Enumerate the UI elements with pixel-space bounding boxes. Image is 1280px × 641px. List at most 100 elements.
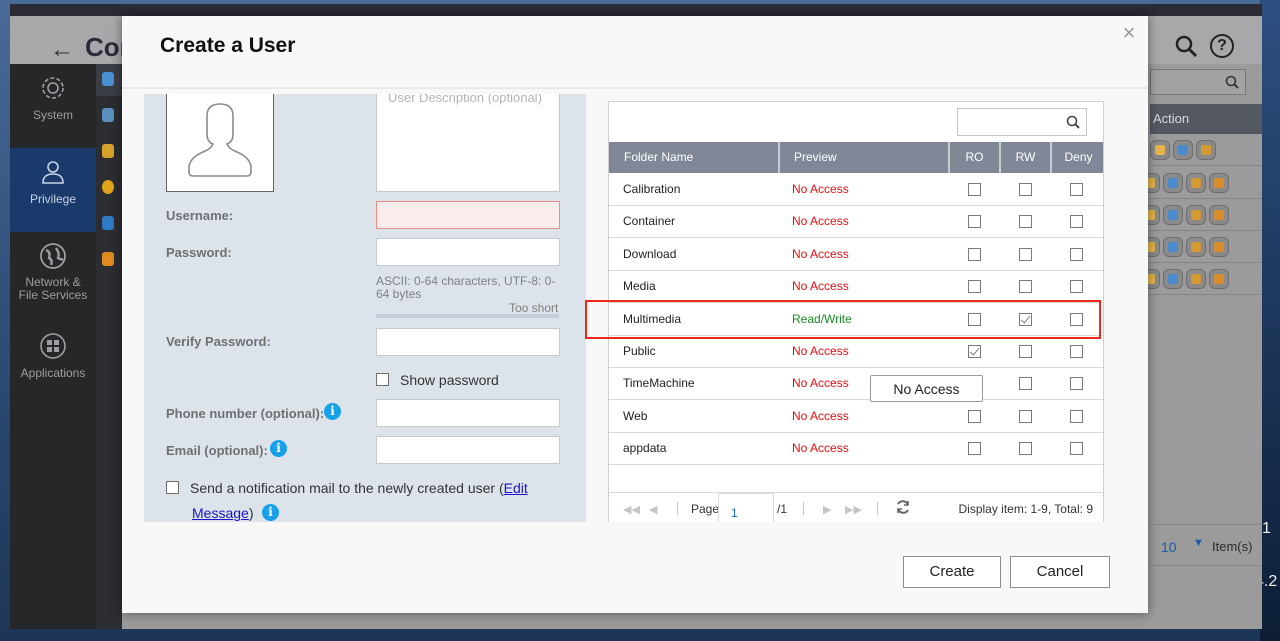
folder-name: Download	[623, 246, 677, 261]
table-row: appdata No Access	[609, 432, 1103, 466]
deny-checkbox[interactable]	[1070, 377, 1083, 391]
user-search-input[interactable]	[1150, 69, 1246, 95]
next-page-icon[interactable]: ▶	[823, 503, 831, 516]
description-textarea[interactable]: User Description (optional)	[376, 94, 560, 192]
rw-checkbox[interactable]	[1019, 442, 1032, 456]
sub-item-quota[interactable]	[96, 172, 122, 204]
sub-item-folders[interactable]	[96, 136, 122, 168]
deny-checkbox[interactable]	[1070, 215, 1083, 229]
ro-checkbox[interactable]	[968, 183, 981, 196]
sidebar-item-network[interactable]: Network & File Services	[10, 232, 96, 322]
sub-item-users[interactable]	[96, 64, 122, 96]
rw-checkbox[interactable]	[1019, 215, 1032, 229]
username-label: Username:	[166, 208, 234, 223]
rw-checkbox[interactable]	[1019, 377, 1032, 391]
deny-checkbox[interactable]	[1070, 247, 1083, 261]
search-icon[interactable]	[1174, 34, 1200, 60]
avatar[interactable]	[166, 94, 274, 192]
arrow-left-icon[interactable]: ←	[50, 36, 74, 64]
column-ro[interactable]: RO	[950, 142, 1001, 173]
chevron-down-icon[interactable]: ▼	[1193, 537, 1204, 549]
info-icon[interactable]: i	[270, 440, 287, 457]
close-icon[interactable]: ×	[1120, 22, 1138, 44]
notify-checkbox[interactable]	[166, 481, 179, 494]
app-privilege-icon[interactable]	[1209, 205, 1229, 225]
column-preview[interactable]: Preview	[780, 142, 950, 173]
prev-page-icon[interactable]: ◀	[649, 503, 657, 516]
sidebar-item-applications[interactable]: Applications	[10, 322, 96, 406]
info-icon[interactable]: i	[324, 403, 341, 420]
folder-icon	[102, 144, 114, 158]
deny-checkbox[interactable]	[1070, 345, 1083, 358]
sidebar: System Privilege Network & File Services…	[10, 64, 96, 629]
folder-permission-icon[interactable]	[1186, 173, 1206, 193]
column-rw[interactable]: RW	[1001, 142, 1052, 173]
folder-permission-icon[interactable]	[1186, 237, 1206, 257]
folder-permission-icon[interactable]	[1186, 205, 1206, 225]
globe-icon	[40, 243, 66, 269]
app-privilege-icon[interactable]	[1209, 269, 1229, 289]
phone-input[interactable]	[376, 399, 560, 427]
help-icon[interactable]: ?	[1210, 34, 1234, 58]
create-button[interactable]: Create	[903, 556, 1001, 588]
pagination: ◀◀ ◀ Page 1 /1 ▶ ▶▶ Display item: 1-9, T…	[609, 492, 1103, 522]
rw-checkbox[interactable]	[1019, 280, 1032, 294]
info-icon[interactable]: i	[262, 504, 279, 521]
user-groups-icon[interactable]	[1163, 173, 1183, 193]
sub-item-security[interactable]	[96, 244, 122, 276]
ro-checkbox[interactable]	[968, 247, 981, 261]
rw-checkbox[interactable]	[1019, 345, 1032, 358]
folder-search-input[interactable]	[957, 108, 1087, 136]
password-input[interactable]	[376, 238, 560, 266]
user-groups-icon[interactable]	[1163, 237, 1183, 257]
page-number-input[interactable]: 1	[718, 493, 774, 522]
ro-checkbox[interactable]	[968, 409, 981, 423]
deny-checkbox[interactable]	[1070, 442, 1083, 456]
last-page-icon[interactable]: ▶▶	[845, 503, 862, 516]
email-input[interactable]	[376, 436, 560, 464]
quota-icon	[102, 180, 114, 194]
sidebar-item-privilege[interactable]: Privilege	[10, 148, 96, 232]
verify-password-input[interactable]	[376, 328, 560, 356]
user-groups-icon[interactable]	[1163, 205, 1183, 225]
folder-name: Container	[623, 214, 676, 229]
deny-checkbox[interactable]	[1070, 280, 1083, 294]
ro-checkbox[interactable]	[968, 345, 981, 358]
rw-checkbox[interactable]	[1019, 409, 1032, 423]
ro-checkbox[interactable]	[968, 442, 981, 456]
user-groups-icon[interactable]	[1163, 269, 1183, 289]
first-page-icon[interactable]: ◀◀	[623, 503, 640, 516]
table-row: Calibration No Access	[609, 173, 1103, 206]
page-size-select[interactable]: 10	[1161, 539, 1177, 555]
folder-permission-icon[interactable]	[1186, 269, 1206, 289]
column-folder-name[interactable]: Folder Name	[609, 142, 780, 173]
user-row	[1140, 167, 1262, 199]
deny-checkbox[interactable]	[1070, 183, 1083, 196]
sidebar-item-system[interactable]: System	[10, 64, 96, 148]
username-input[interactable]	[376, 201, 560, 229]
sub-item-domain[interactable]	[96, 208, 122, 240]
access-preview: No Access	[792, 214, 849, 229]
rw-checkbox[interactable]	[1019, 247, 1032, 261]
access-preview: No Access	[792, 376, 849, 391]
ro-checkbox[interactable]	[968, 280, 981, 294]
access-preview: No Access	[792, 344, 849, 358]
cancel-button[interactable]: Cancel	[1010, 556, 1110, 588]
divider	[803, 502, 804, 515]
rw-checkbox[interactable]	[1019, 183, 1032, 196]
user-groups-icon[interactable]	[1173, 140, 1193, 160]
edit-message-link[interactable]: Message	[192, 505, 249, 521]
deny-checkbox[interactable]	[1070, 409, 1083, 423]
page-total: /1	[777, 502, 788, 516]
edit-message-link[interactable]: Edit	[504, 480, 528, 496]
folder-permission-icon[interactable]	[1196, 140, 1216, 160]
edit-icon[interactable]	[1150, 140, 1170, 160]
refresh-icon[interactable]	[895, 499, 911, 515]
ro-checkbox[interactable]	[968, 215, 981, 229]
sub-item-groups[interactable]	[96, 100, 122, 132]
column-deny[interactable]: Deny	[1052, 142, 1103, 173]
app-privilege-icon[interactable]	[1209, 173, 1229, 193]
user-icon	[42, 161, 64, 184]
show-password-checkbox[interactable]	[376, 373, 389, 386]
app-privilege-icon[interactable]	[1209, 237, 1229, 257]
